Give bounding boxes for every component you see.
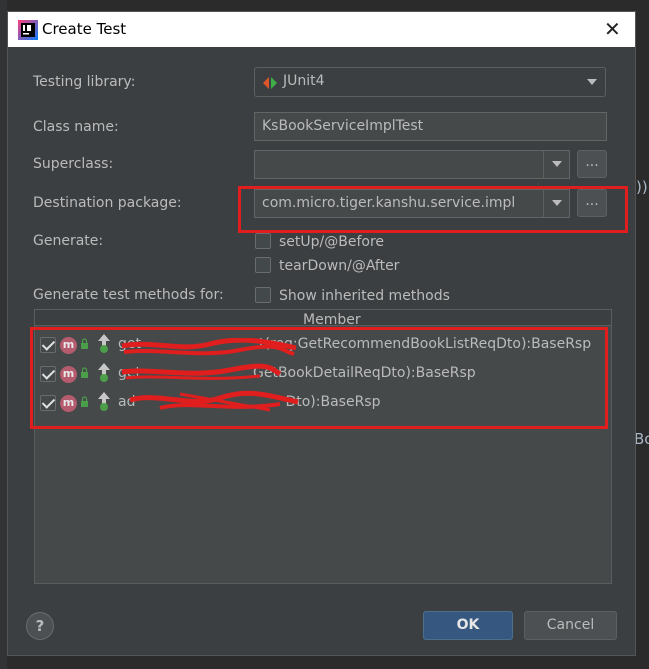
- teardown-checkbox[interactable]: [255, 257, 271, 273]
- annotation-box: [238, 186, 628, 233]
- superclass-dropdown-icon[interactable]: [543, 150, 569, 179]
- chevron-down-icon[interactable]: [579, 68, 605, 96]
- ide-background-text: )): [636, 178, 648, 196]
- ide-background-text: Bo: [634, 430, 649, 448]
- help-icon[interactable]: ?: [26, 612, 54, 640]
- setup-checkbox[interactable]: [255, 233, 271, 249]
- dialog-title: Create Test: [42, 20, 127, 38]
- ide-background: [0, 0, 7, 669]
- ok-button[interactable]: OK: [423, 611, 513, 640]
- table-header: Member: [35, 310, 611, 328]
- close-icon[interactable]: ✕: [604, 19, 621, 39]
- testing-library-value: JUnit4: [283, 73, 325, 89]
- setup-label: setUp/@Before: [279, 234, 385, 250]
- intellij-icon: [18, 20, 38, 40]
- class-name-label: Class name:: [33, 119, 119, 135]
- testing-library-select[interactable]: JUnit4: [254, 67, 606, 97]
- show-inherited-label: Show inherited methods: [279, 288, 450, 304]
- teardown-label: tearDown/@After: [279, 258, 400, 274]
- create-test-dialog: Create Test ✕ Testing library: JUnit4 Cl…: [7, 11, 636, 656]
- superclass-browse-button[interactable]: ...: [577, 150, 607, 178]
- junit-icon: [263, 77, 277, 89]
- annotation-box: [30, 327, 608, 429]
- redaction-scribble: [121, 338, 299, 412]
- cancel-button[interactable]: Cancel: [524, 611, 617, 640]
- show-inherited-checkbox[interactable]: [255, 287, 271, 303]
- title-bar: Create Test ✕: [8, 12, 635, 47]
- superclass-input[interactable]: [254, 150, 570, 179]
- destination-package-label: Destination package:: [33, 195, 182, 211]
- methods-label: Generate test methods for:: [33, 287, 224, 303]
- testing-library-label: Testing library:: [33, 74, 136, 90]
- generate-label: Generate:: [33, 233, 104, 249]
- class-name-input[interactable]: KsBookServiceImplTest: [254, 112, 607, 141]
- superclass-label: Superclass:: [33, 156, 114, 172]
